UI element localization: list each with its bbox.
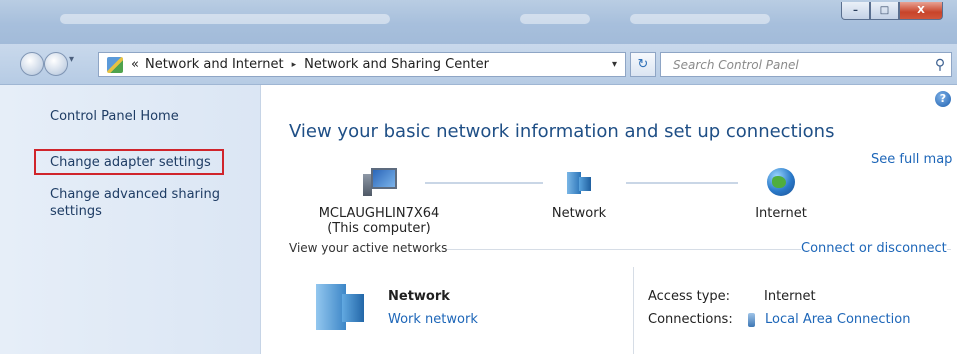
address-bar[interactable]: « Network and Internet ▸ Network and Sha…: [98, 52, 626, 77]
breadcrumb-overflow[interactable]: «: [131, 57, 139, 72]
computer-name: MCLAUGHLIN7X64: [318, 206, 440, 221]
access-type-value: Internet: [764, 289, 816, 304]
window-controls: – □ X: [841, 2, 943, 20]
active-network-name: Network: [388, 289, 450, 304]
forward-button[interactable]: [44, 52, 68, 76]
map-node-internet[interactable]: Internet: [741, 168, 821, 221]
sidebar: Control Panel Home Change adapter settin…: [0, 85, 261, 354]
page-title: View your basic network information and …: [289, 121, 835, 142]
see-full-map-link[interactable]: See full map: [871, 152, 952, 167]
breadcrumb-network-and-sharing-center[interactable]: Network and Sharing Center: [304, 57, 489, 72]
control-panel-icon: [107, 56, 123, 73]
address-dropdown-icon[interactable]: ▾: [612, 59, 617, 70]
internet-node-label: Internet: [755, 206, 807, 221]
local-area-connection-link[interactable]: Local Area Connection: [748, 312, 910, 327]
breadcrumb-network-and-internet[interactable]: Network and Internet: [145, 57, 284, 72]
network-icon: [565, 168, 593, 196]
change-advanced-sharing-settings-link[interactable]: Change advanced sharing settings: [50, 186, 235, 220]
breadcrumb-separator-icon[interactable]: ▸: [292, 60, 297, 70]
computer-sublabel: (This computer): [327, 221, 431, 236]
network-node-label: Network: [551, 206, 607, 221]
search-icon[interactable]: ⚲: [929, 57, 951, 73]
control-panel-home-link[interactable]: Control Panel Home: [50, 109, 179, 124]
lan-adapter-icon: [748, 312, 755, 327]
refresh-button[interactable]: ↻: [630, 52, 656, 77]
active-networks-heading: View your active networks: [289, 241, 448, 255]
globe-icon: [767, 168, 795, 196]
highlight-box: Change adapter settings: [34, 149, 224, 175]
active-network-icon: [316, 280, 366, 332]
minimize-button[interactable]: –: [841, 2, 870, 20]
map-connector-line-2: [626, 182, 738, 184]
back-button[interactable]: [20, 52, 44, 76]
change-adapter-settings-link[interactable]: Change adapter settings: [50, 155, 211, 170]
navigation-bar: ▾ « Network and Internet ▸ Network and S…: [0, 44, 957, 85]
recent-pages-dropdown-icon[interactable]: ▾: [69, 54, 74, 65]
refresh-icon: ↻: [637, 57, 649, 72]
connection-name: Local Area Connection: [765, 312, 911, 327]
maximize-button[interactable]: □: [870, 2, 899, 20]
vertical-divider: [633, 267, 634, 354]
search-box[interactable]: ⚲: [660, 52, 952, 77]
map-node-network[interactable]: Network: [543, 168, 615, 221]
map-connector-line: [425, 182, 543, 184]
close-button[interactable]: X: [899, 2, 943, 20]
main-content: ? View your basic network information an…: [261, 85, 957, 354]
help-icon[interactable]: ?: [935, 91, 951, 107]
connections-label: Connections:: [648, 312, 733, 327]
computer-icon: [363, 168, 397, 196]
blurred-title-text-3: [630, 14, 770, 24]
blurred-title-text: [60, 14, 390, 24]
map-node-computer[interactable]: MCLAUGHLIN7X64 (This computer): [309, 168, 449, 236]
blurred-title-text-2: [520, 14, 590, 24]
access-type-label: Access type:: [648, 289, 731, 304]
connect-or-disconnect-link[interactable]: Connect or disconnect: [801, 241, 947, 256]
title-bar: – □ X: [0, 0, 957, 45]
network-location-link[interactable]: Work network: [388, 312, 478, 327]
search-input[interactable]: [671, 56, 929, 73]
